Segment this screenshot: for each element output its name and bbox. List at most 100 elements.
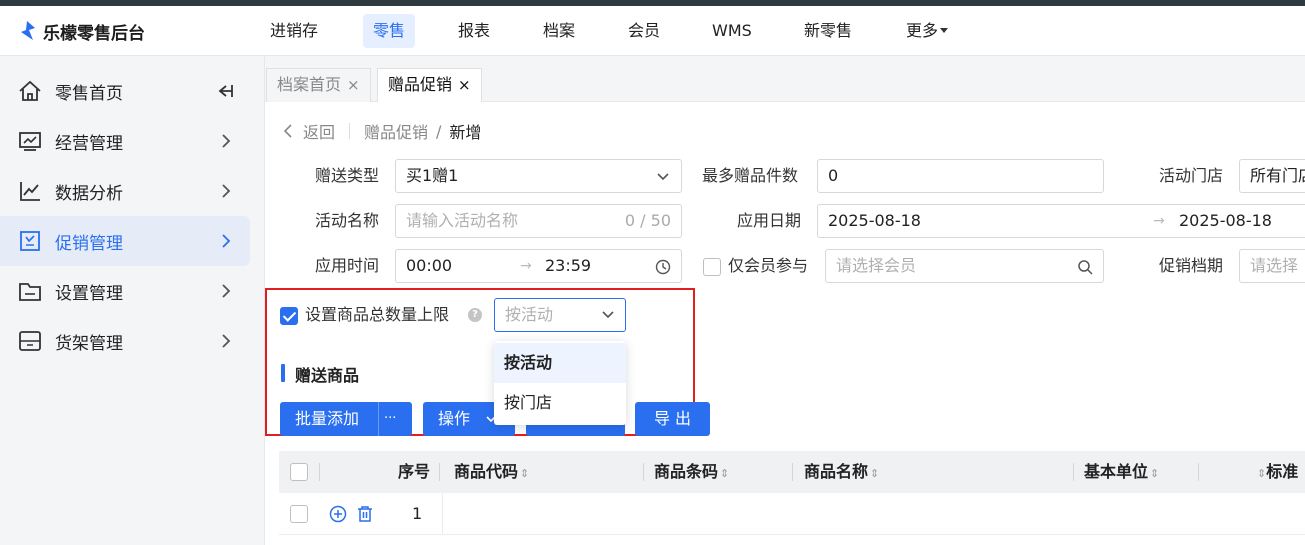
topnav-item-inventory[interactable]: 进销存 [260,14,328,48]
select-all-checkbox[interactable] [290,463,308,481]
sidebar-item-label: 货架管理 [55,333,123,354]
breadcrumb-parent[interactable]: 赠品促销 [364,119,428,143]
column-header-barcode[interactable]: 商品条码 ⇕ [654,451,729,493]
sort-icon: ⇕ [870,467,880,480]
gift-items-table: 序号 商品代码 ⇕ 商品条码 ⇕ 商品名称 ⇕ 基本单位 ⇕ ⇕标准 1 [279,451,1305,545]
close-icon[interactable]: × [347,69,360,101]
tab-archive-home[interactable]: 档案首页 × [266,68,371,102]
topnav-item-wms[interactable]: WMS [702,14,762,48]
tab-label: 档案首页 [277,75,342,94]
apply-date-end: 2025-08-18 [1179,211,1272,230]
app-logo[interactable]: 乐檬零售后台 [17,18,145,44]
gift-type-value: 买1赠1 [406,166,459,185]
more-options-button[interactable]: ··· [384,402,396,436]
chevron-down-icon [602,311,614,319]
sort-icon: ⇕ [520,467,530,480]
section-accent-bar [281,364,285,382]
sidebar-item-promotion[interactable]: 促销管理 [0,216,250,266]
topnav-item-reports[interactable]: 报表 [448,14,500,48]
topnav-item-member[interactable]: 会员 [618,14,670,48]
tab-gift-promotion[interactable]: 赠品促销 × [377,68,482,102]
help-icon[interactable]: ? [468,308,482,322]
sidebar-item-label: 设置管理 [55,283,123,304]
topnav-item-archive[interactable]: 档案 [533,14,585,48]
dropdown-option-by-store[interactable]: 按门店 [494,383,626,423]
apply-time-start: 00:00 [406,256,453,275]
row-index: 1 [412,504,423,523]
column-header-code[interactable]: 商品代码 ⇕ [454,451,529,493]
column-header-label: 商品名称 [804,462,869,481]
column-divider [442,493,443,535]
column-header-name[interactable]: 商品名称 ⇕ [804,451,879,493]
search-icon[interactable] [1077,259,1093,275]
gift-type-select[interactable]: 买1赠1 [395,159,682,193]
app-header: 乐檬零售后台 进销存 零售 报表 档案 会员 WMS 新零售 更多 [0,6,1305,56]
activity-name-placeholder: 请输入活动名称 [406,211,519,230]
store-select[interactable]: 所有门店 [1239,159,1305,193]
row-checkbox[interactable] [290,505,308,523]
chevron-left-icon[interactable] [283,124,293,138]
column-divider [1073,463,1074,481]
member-select-placeholder: 请选择会员 [836,256,917,275]
limit-total-checkbox[interactable] [280,307,298,325]
limit-mode-dropdown: 按活动 按门店 [494,341,626,425]
column-divider [1198,463,1199,481]
apply-date-label: 应用日期 [737,211,802,230]
main-content: 返回 赠品促销 / 新增 赠送类型 买1赠1 最多赠品件数 0 活动门店 所有门… [265,102,1305,545]
activity-name-label: 活动名称 [315,211,380,230]
apply-time-end: 23:59 [545,256,592,275]
export-button[interactable]: 导 出 [635,402,710,436]
column-header-unit[interactable]: 基本单位 ⇕ [1084,451,1159,493]
line-chart-icon [20,182,40,201]
topnav-item-retail[interactable]: 零售 [363,14,416,48]
chevron-right-icon [222,284,231,298]
sidebar-item-label: 促销管理 [55,233,123,254]
column-header-label: 商品条码 [654,462,719,481]
column-header-label: 标准 [1266,462,1299,481]
chevron-right-icon [222,334,231,348]
sidebar-item-operation[interactable]: 经营管理 [0,116,250,166]
gift-type-label: 赠送类型 [315,166,380,185]
limit-total-label: 设置商品总数量上限 [305,305,450,324]
back-link[interactable]: 返回 [303,119,335,143]
app-title: 乐檬零售后台 [43,23,145,44]
column-divider [643,463,644,481]
column-header-standard[interactable]: ⇕标准 [1255,451,1298,493]
activity-name-input[interactable]: 请输入活动名称 0 / 50 [395,204,682,238]
chevron-right-icon [222,234,231,248]
close-icon[interactable]: × [458,69,471,101]
promo-level-placeholder: 请选择 [1250,256,1299,275]
member-only-label: 仅会员参与 [728,256,809,275]
breadcrumb: 返回 赠品促销 / 新增 [283,120,481,142]
promo-level-label: 促销档期 [1159,256,1224,275]
collapse-sidebar-icon[interactable] [214,83,234,99]
button-divider [378,402,379,436]
limit-mode-placeholder: 按活动 [505,305,554,324]
breadcrumb-divider [349,123,351,139]
topnav-item-new-retail[interactable]: 新零售 [794,14,862,48]
dropdown-option-by-activity[interactable]: 按活动 [494,343,626,383]
column-divider [439,463,440,481]
batch-add-button[interactable]: 批量添加 [295,402,359,436]
column-divider [792,463,793,481]
sidebar-item-settings[interactable]: 设置管理 [0,266,250,316]
add-circle-icon[interactable] [329,505,347,523]
max-gift-input[interactable]: 0 [817,159,1104,193]
sidebar-item-data-analysis[interactable]: 数据分析 [0,166,250,216]
sidebar-item-shelf[interactable]: 货架管理 [0,316,250,366]
topnav-item-more[interactable]: 更多 [896,14,958,48]
range-arrow: → [1153,213,1165,229]
sort-icon: ⇕ [1257,467,1267,480]
sidebar-item-label: 数据分析 [55,183,123,204]
sidebar-item-retail-home[interactable]: 零售首页 [0,66,250,116]
apply-time-range[interactable]: 00:00 → 23:59 [395,249,682,283]
chevron-right-icon [222,184,231,198]
limit-mode-select[interactable]: 按活动 [494,298,626,332]
column-header-label: 商品代码 [454,462,519,481]
trash-icon[interactable] [356,505,374,523]
member-only-checkbox[interactable] [703,258,721,276]
apply-date-range[interactable]: 2025-08-18 → 2025-08-18 [817,204,1305,238]
promo-level-select[interactable]: 请选择 [1239,249,1305,283]
member-select-input[interactable]: 请选择会员 [825,249,1104,283]
logo-icon [21,21,35,40]
